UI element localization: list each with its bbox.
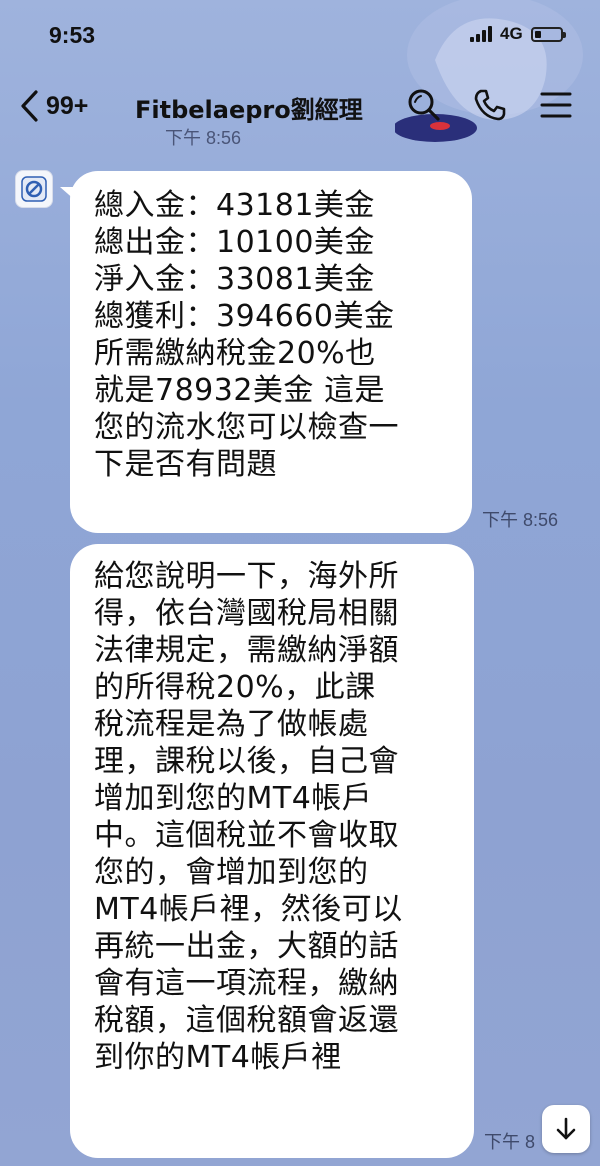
message-line: MT4帳戶裡，然後可以 <box>94 892 403 927</box>
chat-title: Fitbelaepro劉經理 <box>135 96 363 124</box>
battery-icon <box>530 26 566 42</box>
message-line: 給您說明一下，海外所 <box>94 559 399 594</box>
message-line: 再統一出金，大額的話 <box>94 929 399 964</box>
message-line: 理，課稅以後，自己會 <box>94 744 399 779</box>
message-line: 下是否有問題 <box>94 447 277 482</box>
search-icon[interactable] <box>406 87 442 123</box>
message-line: 總獲利：394660美金 <box>94 299 395 334</box>
back-button[interactable]: 99+ <box>18 88 88 124</box>
arrow-down-icon <box>556 1117 576 1140</box>
message-line: 增加到您的MT4帳戶 <box>94 781 373 816</box>
previous-message-time-text: 下午 8:56 <box>165 128 242 148</box>
message-line: 的所得稅20%，此課 <box>94 670 376 705</box>
signal-icon <box>470 26 492 42</box>
message-line: 就是78932美金 這是 <box>94 373 385 408</box>
avatar-logo-icon <box>21 176 47 202</box>
message-line: 所需繳納稅金20%也 <box>94 336 376 371</box>
message-time: 下午 8 <box>484 1132 536 1152</box>
menu-icon[interactable] <box>538 87 574 123</box>
message-bubble[interactable]: 給您說明一下，海外所 得，依台灣國稅局相關 法律規定，需繳納淨額 的所得稅20%… <box>70 544 474 1158</box>
message-line: 您的，會增加到您的 <box>94 855 369 890</box>
chat-header: 99+ Fitbelaepro劉經理 <box>0 70 600 142</box>
message-line: 法律規定，需繳納淨額 <box>94 633 399 668</box>
status-time: 9:53 <box>49 22 96 48</box>
previous-message-time: 下午 8:56 <box>165 128 241 148</box>
message-line: 得，依台灣國稅局相關 <box>94 596 399 631</box>
status-indicators: 4G <box>470 24 566 44</box>
message-line: 稅額，這個稅額會返還 <box>94 1003 399 1038</box>
message-line: 淨入金：33081美金 <box>94 262 375 297</box>
message-line: 您的流水您可以檢查一 <box>94 410 399 445</box>
message-bubble[interactable]: 總入金：43181美金 總出金：10100美金 淨入金：33081美金 總獲利：… <box>60 171 472 533</box>
message-line: 稅流程是為了做帳處 <box>94 707 369 742</box>
message-line: 總入金：43181美金 <box>94 188 375 223</box>
message-line: 中。這個稅並不會收取 <box>94 818 399 853</box>
message-line: 會有這一項流程，繳納 <box>94 966 399 1001</box>
message-line: 總出金：10100美金 <box>94 225 375 260</box>
network-type: 4G <box>500 24 523 43</box>
message-line: 到你的MT4帳戶裡 <box>94 1040 342 1075</box>
phone-icon[interactable] <box>472 87 508 123</box>
message-time: 下午 8:56 <box>482 510 559 530</box>
scroll-to-bottom-button[interactable] <box>542 1105 590 1153</box>
back-chevron-icon <box>21 90 38 122</box>
unread-count: 99+ <box>46 91 89 120</box>
status-bar: 9:53 4G <box>0 0 600 70</box>
sender-avatar[interactable] <box>15 170 53 208</box>
